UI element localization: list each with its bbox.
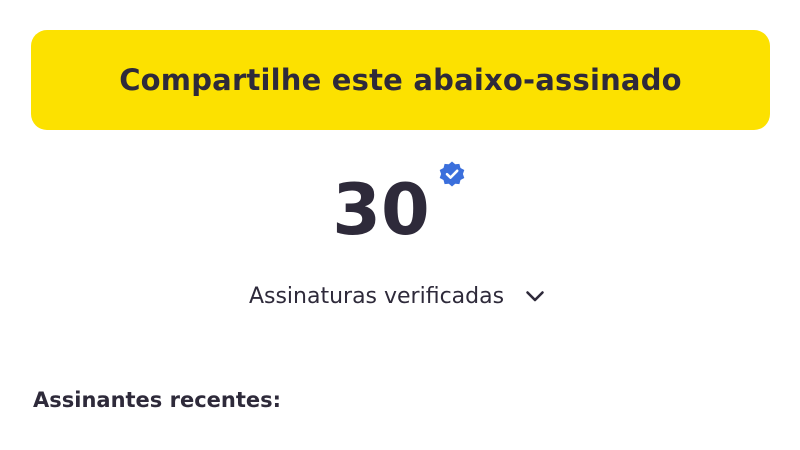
- share-petition-label: Compartilhe este abaixo-assinado: [119, 63, 682, 97]
- verified-signatures-row: Assinaturas verificadas: [0, 278, 800, 314]
- signature-count-block: 30: [0, 168, 800, 258]
- signature-count: 30: [332, 169, 430, 251]
- verified-signatures-dropdown[interactable]: Assinaturas verificadas: [249, 284, 546, 309]
- verified-signatures-label: Assinaturas verificadas: [248, 283, 505, 309]
- verified-badge-icon: [439, 161, 465, 187]
- chevron-down-icon: [526, 291, 544, 302]
- recent-signers-heading: Assinantes recentes:: [33, 388, 282, 412]
- share-petition-button[interactable]: Compartilhe este abaixo-assinado: [31, 30, 770, 130]
